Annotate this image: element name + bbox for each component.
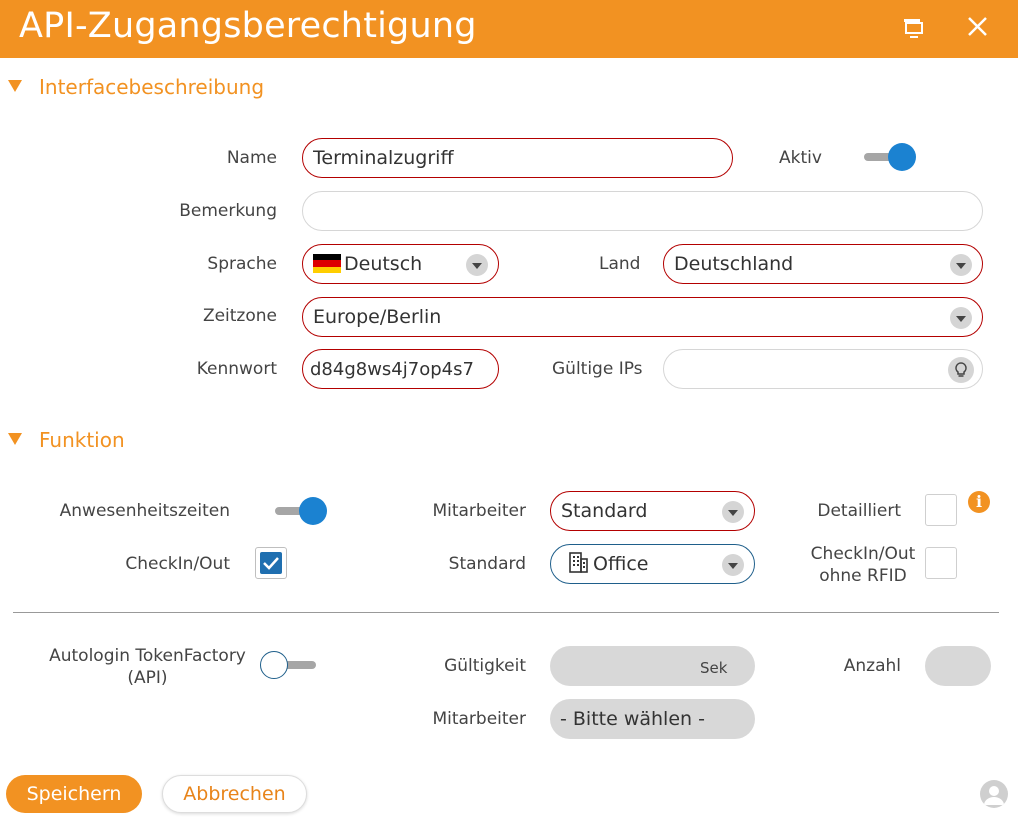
kennwort-input-field[interactable]	[310, 351, 498, 388]
chevron-down-icon[interactable]	[722, 554, 744, 576]
toggle-knob	[888, 143, 916, 171]
anwesenheitszeiten-label: Anwesenheitszeiten	[59, 501, 230, 521]
autologin-mitarbeiter-select[interactable]: - Bitte wählen -	[550, 699, 755, 739]
gueltigkeit-input[interactable]: Sek	[550, 646, 755, 686]
section-title: Interfacebeschreibung	[39, 75, 265, 99]
zeitzone-label: Zeitzone	[202, 306, 277, 326]
germany-flag-icon	[313, 254, 341, 273]
checkin-out-ohne-rfid-label: CheckIn/Out ohne RFID	[805, 543, 921, 587]
autologin-mitarbeiter-label: Mitarbeiter	[432, 709, 526, 729]
chevron-down-icon[interactable]	[950, 307, 972, 329]
name-input[interactable]	[302, 138, 733, 178]
anwesenheitszeiten-toggle[interactable]	[273, 497, 329, 525]
gueltige-ips-input-field[interactable]	[674, 351, 944, 387]
land-value: Deutschland	[674, 253, 794, 275]
cancel-button[interactable]: Abbrechen	[162, 775, 307, 813]
sprache-select[interactable]: Deutsch	[302, 244, 499, 284]
bemerkung-label: Bemerkung	[179, 201, 277, 221]
bemerkung-input[interactable]	[302, 191, 983, 231]
mitarbeiter-label: Mitarbeiter	[432, 501, 526, 521]
mitarbeiter-select[interactable]: Standard	[550, 491, 755, 531]
section-title: Funktion	[39, 428, 125, 452]
info-icon[interactable]: i	[968, 491, 990, 513]
gueltigkeit-label: Gültigkeit	[444, 656, 526, 676]
autologin-mitarbeiter-value: - Bitte wählen -	[560, 708, 705, 730]
checkin-out-label: CheckIn/Out	[125, 554, 230, 574]
window-title: API-Zugangsberechtigung	[19, 6, 477, 46]
aktiv-toggle[interactable]	[862, 143, 918, 171]
label-line-2: ohne RFID	[819, 566, 907, 586]
sprache-label: Sprache	[207, 254, 277, 274]
section-header-funktion[interactable]: Funktion	[8, 428, 125, 452]
kennwort-input[interactable]	[302, 349, 499, 389]
toggle-knob	[299, 497, 327, 525]
checkin-out-checkbox[interactable]	[255, 547, 287, 579]
zeitzone-value: Europe/Berlin	[313, 306, 442, 328]
gueltige-ips-label: Gültige IPs	[552, 359, 643, 379]
anzahl-label: Anzahl	[843, 656, 901, 676]
bemerkung-input-field[interactable]	[313, 193, 982, 229]
standard-value: Office	[593, 553, 649, 575]
label-line-1: CheckIn/Out	[810, 544, 916, 564]
detailliert-checkbox[interactable]	[925, 494, 957, 526]
chevron-down-icon[interactable]	[722, 501, 744, 523]
detailliert-label: Detailliert	[817, 501, 901, 521]
checkbox-fill	[260, 552, 282, 574]
title-bar: API-Zugangsberechtigung	[0, 0, 1018, 58]
sprache-value: Deutsch	[344, 253, 423, 275]
section-header-interface[interactable]: Interfacebeschreibung	[8, 75, 264, 99]
standard-label: Standard	[448, 554, 526, 574]
autologin-label: Autologin TokenFactory (API)	[40, 645, 255, 689]
name-label: Name	[226, 148, 277, 168]
building-icon	[569, 552, 588, 573]
label-line-2: (API)	[127, 668, 168, 688]
collapse-triangle-icon	[8, 80, 22, 92]
toggle-knob	[260, 651, 288, 679]
divider	[13, 612, 999, 613]
checkin-out-ohne-rfid-checkbox[interactable]	[925, 547, 957, 579]
checkmark-icon	[263, 557, 279, 570]
chevron-down-icon[interactable]	[466, 254, 488, 276]
zeitzone-select[interactable]: Europe/Berlin	[302, 297, 983, 337]
standard-select[interactable]: Office	[550, 544, 755, 584]
save-button[interactable]: Speichern	[6, 775, 142, 813]
restore-window-icon[interactable]	[896, 10, 932, 46]
mitarbeiter-value: Standard	[561, 500, 648, 522]
lightbulb-icon[interactable]	[948, 357, 974, 383]
chevron-down-icon[interactable]	[950, 254, 972, 276]
user-avatar-icon[interactable]	[980, 780, 1008, 808]
collapse-triangle-icon	[8, 433, 22, 445]
kennwort-label: Kennwort	[196, 359, 277, 379]
aktiv-label: Aktiv	[779, 148, 822, 168]
name-input-field[interactable]	[313, 140, 732, 176]
gueltigkeit-unit: Sek	[700, 659, 728, 677]
autologin-toggle[interactable]	[260, 651, 316, 679]
close-icon[interactable]	[960, 10, 996, 46]
land-label: Land	[599, 254, 641, 274]
land-select[interactable]: Deutschland	[663, 244, 983, 284]
anzahl-input[interactable]	[925, 646, 991, 686]
gueltige-ips-input[interactable]	[663, 349, 983, 389]
label-line-1: Autologin TokenFactory	[49, 646, 246, 666]
